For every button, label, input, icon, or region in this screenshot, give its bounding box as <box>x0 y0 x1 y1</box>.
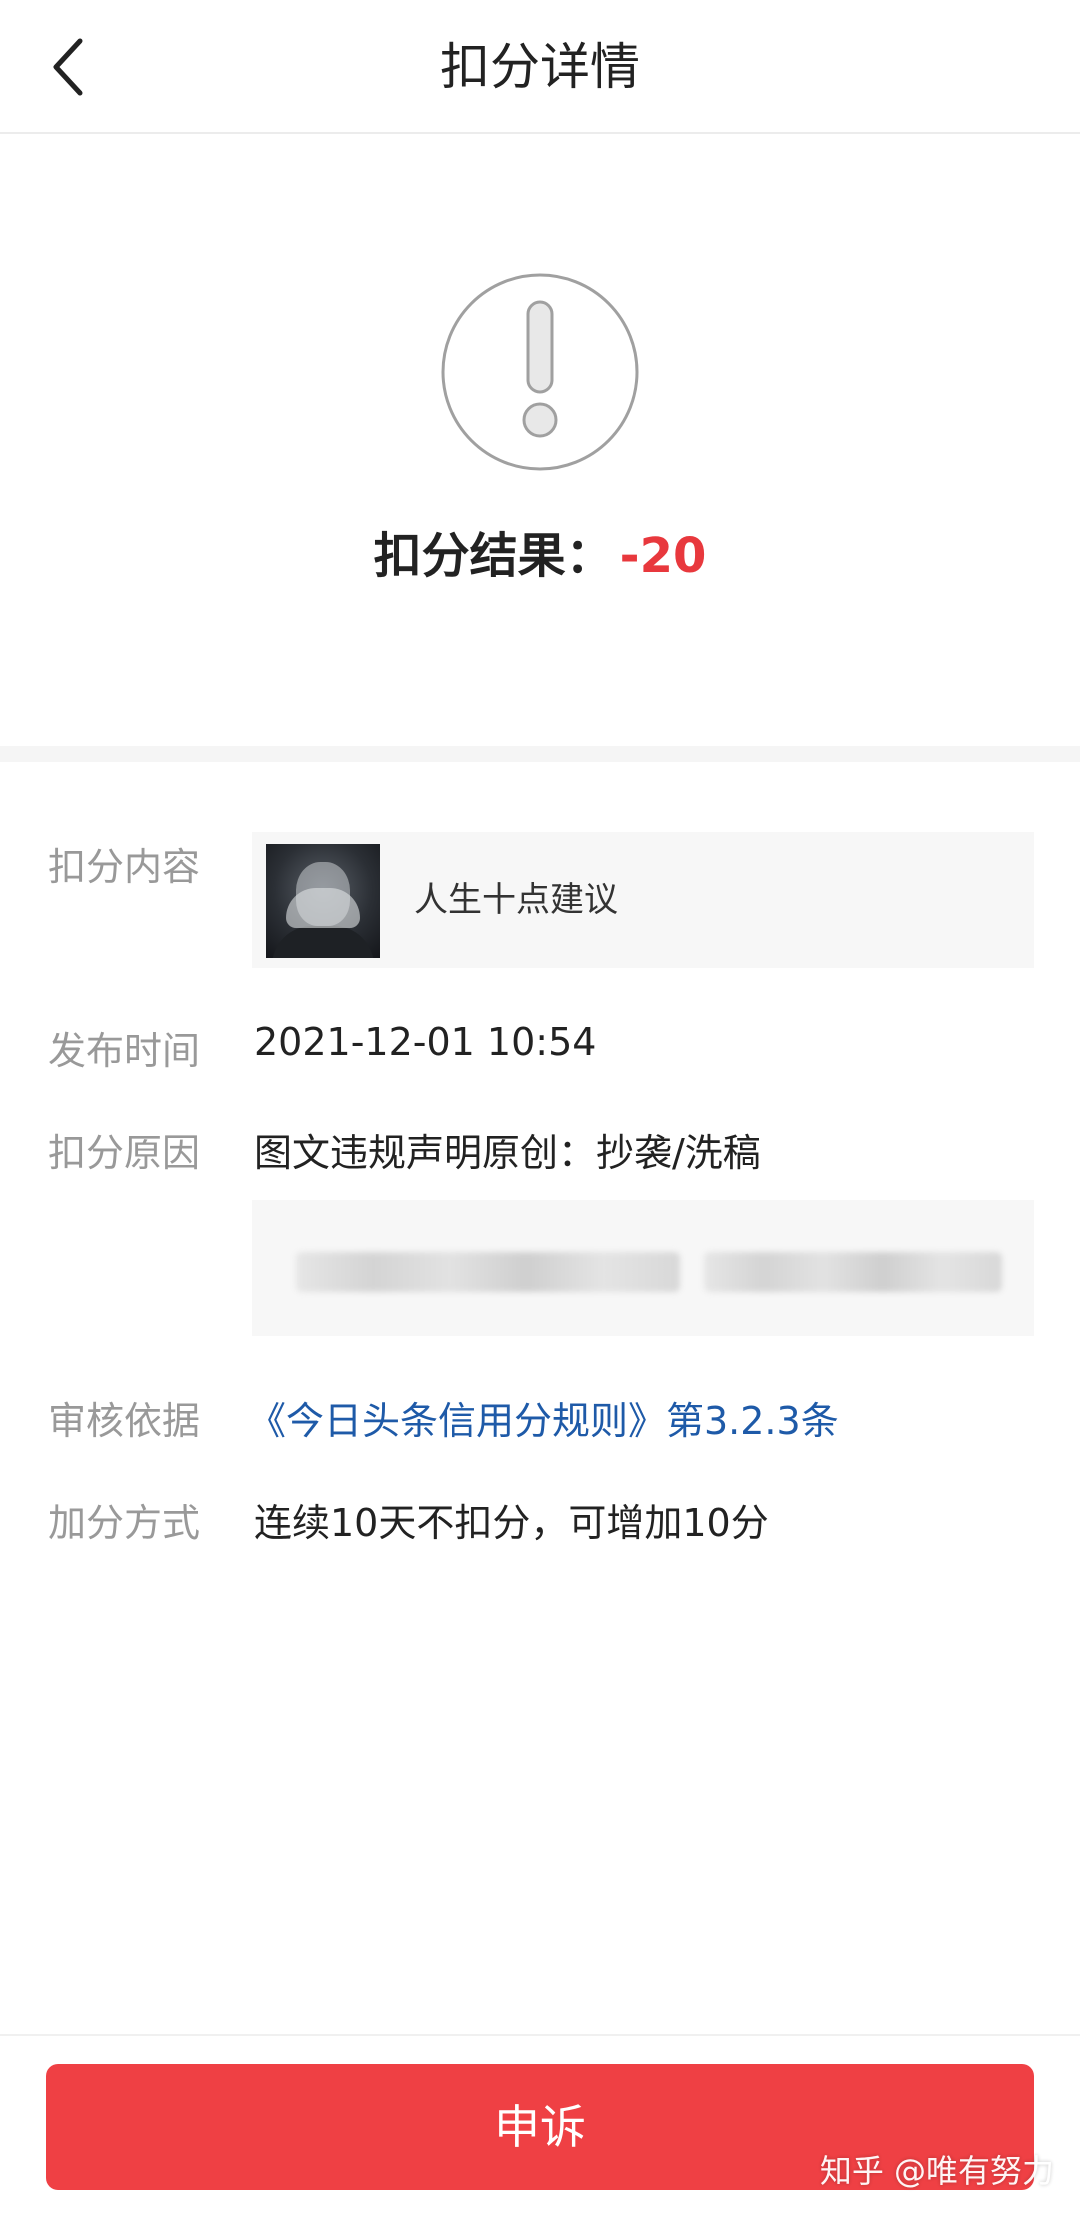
basis-label: 审核依据 <box>48 1399 201 1443</box>
result-label: 扣分结果： <box>373 528 614 584</box>
watermark: 知乎 @唯有努力 <box>819 2152 1054 2190</box>
exclamation-circle-icon <box>441 273 639 471</box>
top-bar: 扣分详情 <box>0 0 1080 134</box>
bonus-value: 连续10天不扣分，可增加10分 <box>254 1501 769 1545</box>
reason-label: 扣分原因 <box>48 1131 201 1175</box>
section-divider <box>0 746 1080 762</box>
reason-value: 图文违规声明原创：抄袭/洗稿 <box>254 1131 761 1175</box>
publish-time-label: 发布时间 <box>48 1029 201 1073</box>
publish-time-value: 2021-12-01 10:54 <box>254 1020 597 1064</box>
basis-rule-link[interactable]: 《今日头条信用分规则》第3.2.3条 <box>248 1390 839 1445</box>
content-thumbnail <box>266 844 380 958</box>
content-label: 扣分内容 <box>48 845 201 889</box>
result-line: 扣分结果： -20 <box>0 516 1080 586</box>
content-card[interactable]: 人生十点建议 <box>252 832 1034 968</box>
page-title: 扣分详情 <box>440 38 640 96</box>
content-title: 人生十点建议 <box>414 880 618 920</box>
result-section: 扣分结果： -20 <box>0 136 1080 746</box>
result-value: -20 <box>619 528 707 584</box>
reason-detail-blurred <box>252 1200 1034 1336</box>
bonus-label: 加分方式 <box>48 1501 201 1545</box>
